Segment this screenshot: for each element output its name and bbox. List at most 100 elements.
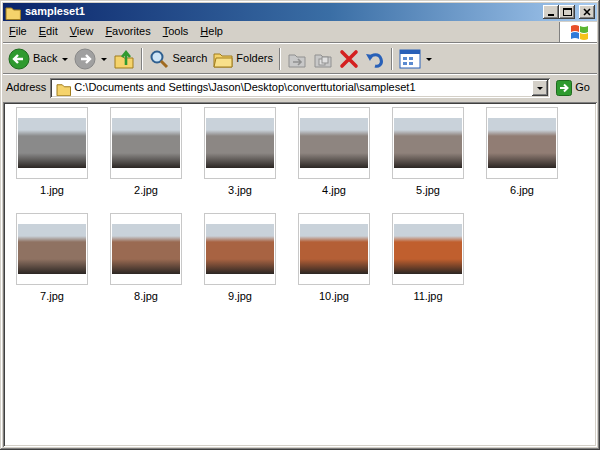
menu-bar: FileEditViewFavoritesToolsHelp [3,22,597,43]
file-thumbnail[interactable]: 6.jpg [486,107,558,197]
title-bar: sampleset1 [3,3,597,21]
copy-to-folder-icon [313,49,333,69]
thumbnail-frame [392,213,464,285]
photo-preview [300,224,368,274]
menu-item[interactable]: Edit [33,23,64,40]
button-label: Back [33,52,57,65]
windows-logo-box [559,22,597,42]
toolbar: Back Search Folders [3,45,597,74]
copy-button[interactable] [310,48,336,70]
photo-preview [394,224,462,274]
menu-item[interactable]: File [3,23,33,40]
photo-preview [18,224,86,274]
folder-up-icon [113,48,135,70]
folders-button[interactable]: Folders [210,48,276,70]
go-button[interactable]: Go [550,80,594,96]
address-dropdown-button[interactable] [532,80,548,96]
button-label: Search [172,52,207,65]
undo-button[interactable] [362,48,388,70]
file-view: 1.jpg 2.jpg 3.jpg 4.jpg 5.jpg 6.jpg 7.jpg 8.jpg… [3,102,597,447]
dropdown-arrow-icon [426,58,432,61]
file-thumbnail[interactable]: 1.jpg [16,107,88,197]
thumbnail-frame [204,213,276,285]
photo-preview [206,118,274,168]
address-bar: Address C:\Documents and Settings\Jason\D… [3,76,597,100]
photo-preview [488,118,556,168]
thumbnail-frame [298,213,370,285]
toolbar-separator [279,48,281,70]
search-button[interactable]: Search [146,48,210,70]
photo-preview [18,118,86,168]
photo-preview [394,118,462,168]
views-button[interactable] [396,48,435,70]
toolbar-separator [391,48,393,70]
address-field[interactable]: C:\Documents and Settings\Jason\Desktop\… [50,78,550,98]
thumbnail-frame [110,213,182,285]
delete-button[interactable] [336,48,362,70]
folder-icon [5,4,21,20]
file-thumbnail[interactable]: 10.jpg [298,213,370,303]
thumbnail-frame [486,107,558,179]
thumbnail-frame [16,107,88,179]
file-thumbnail[interactable]: 11.jpg [392,213,464,303]
photo-preview [206,224,274,274]
photo-preview [112,224,180,274]
button-label: Folders [236,52,273,65]
thumbnail-frame [110,107,182,179]
maximize-button[interactable] [559,5,575,19]
up-button[interactable] [110,47,138,71]
file-name: 1.jpg [40,184,64,197]
go-label: Go [575,81,590,94]
file-thumbnail[interactable]: 3.jpg [204,107,276,197]
close-button[interactable] [579,5,595,19]
dropdown-arrow-icon [62,58,68,61]
photo-preview [300,118,368,168]
file-name: 10.jpg [319,290,349,303]
go-arrow-icon [556,80,572,96]
views-grid-icon [399,49,421,69]
maximize-icon [562,7,572,17]
menu-item[interactable]: View [64,23,100,40]
move-to-folder-icon [287,49,307,69]
folder-tree-icon [213,49,233,69]
file-name: 4.jpg [322,184,346,197]
thumbnail-grid: 1.jpg 2.jpg 3.jpg 4.jpg 5.jpg 6.jpg 7.jpg 8.jpg… [16,107,597,303]
file-name: 2.jpg [134,184,158,197]
undo-arrow-icon [365,49,385,69]
menu-item[interactable]: Tools [157,23,195,40]
address-path: C:\Documents and Settings\Jason\Desktop\… [71,81,532,94]
thumbnail-frame [204,107,276,179]
file-name: 11.jpg [413,290,442,303]
file-name: 9.jpg [228,290,252,303]
magnifier-icon [149,49,169,69]
menu-item[interactable]: Help [194,23,229,40]
red-x-icon [339,49,359,69]
dropdown-arrow-icon [101,58,107,61]
back-arrow-icon [8,48,30,70]
address-label: Address [6,81,50,94]
file-name: 3.jpg [228,184,252,197]
forward-arrow-icon [74,48,96,70]
file-thumbnail[interactable]: 7.jpg [16,213,88,303]
caption-buttons [543,5,595,19]
minimize-icon [546,7,556,17]
file-thumbnail[interactable]: 4.jpg [298,107,370,197]
window-title: sampleset1 [25,5,539,18]
file-name: 8.jpg [134,290,158,303]
folder-icon [56,81,71,96]
file-name: 5.jpg [416,184,440,197]
file-thumbnail[interactable]: 9.jpg [204,213,276,303]
dropdown-arrow-icon [537,87,543,90]
move-button[interactable] [284,48,310,70]
file-thumbnail[interactable]: 5.jpg [392,107,464,197]
file-name: 7.jpg [40,290,64,303]
file-name: 6.jpg [510,184,534,197]
file-thumbnail[interactable]: 8.jpg [110,213,182,303]
minimize-button[interactable] [543,5,559,19]
forward-button[interactable] [71,47,110,71]
file-thumbnail[interactable]: 2.jpg [110,107,182,197]
back-button[interactable]: Back [5,47,71,71]
close-icon [582,7,592,17]
menu-item[interactable]: Favorites [99,23,156,40]
windows-logo-icon [568,23,590,41]
